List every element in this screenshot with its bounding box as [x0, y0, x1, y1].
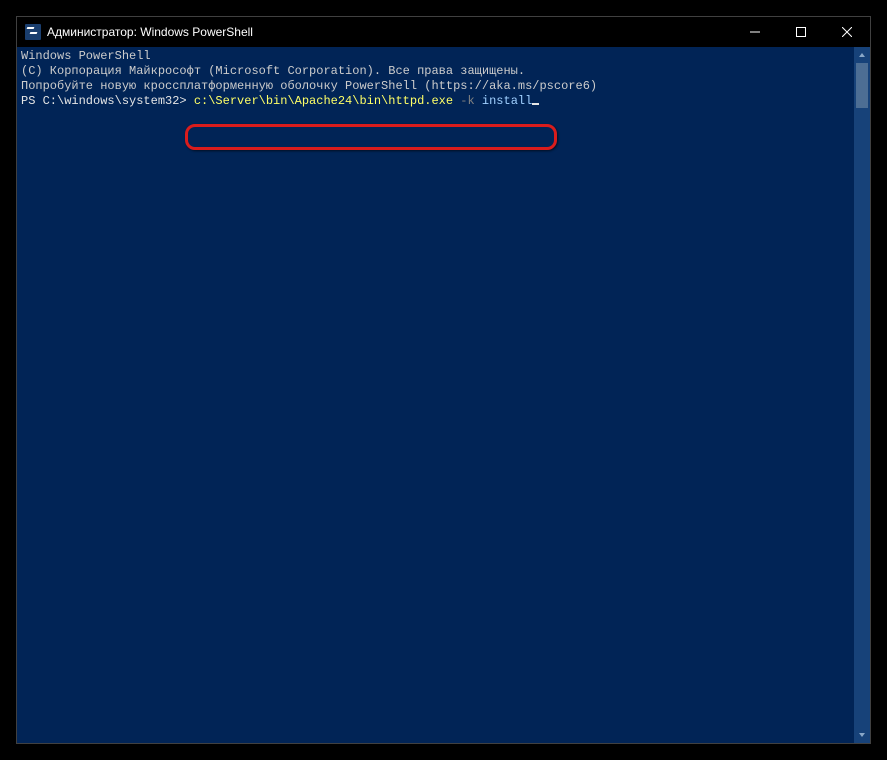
vertical-scrollbar[interactable] [854, 47, 870, 743]
maximize-icon [796, 27, 806, 37]
command-flag: -k [453, 94, 482, 108]
terminal-body: Windows PowerShell(C) Корпорация Майкрос… [17, 47, 870, 743]
prompt-line: PS C:\windows\system32> c:\Server\bin\Ap… [21, 94, 854, 109]
powershell-icon [25, 24, 41, 40]
close-button[interactable] [824, 17, 870, 47]
powershell-window: Администратор: Windows PowerShell Window… [17, 17, 870, 743]
scroll-down-button[interactable] [854, 727, 870, 743]
scroll-thumb[interactable] [856, 63, 868, 108]
maximize-button[interactable] [778, 17, 824, 47]
command-arg: install [482, 94, 532, 108]
minimize-button[interactable] [732, 17, 778, 47]
close-icon [842, 27, 852, 37]
titlebar[interactable]: Администратор: Windows PowerShell [17, 17, 870, 47]
outer-frame: Администратор: Windows PowerShell Window… [8, 8, 879, 752]
scroll-up-button[interactable] [854, 47, 870, 63]
command-path: c:\Server\bin\Apache24\bin\httpd.exe [194, 94, 453, 108]
output-line: (C) Корпорация Майкрософт (Microsoft Cor… [21, 64, 854, 79]
prompt-text: PS C:\windows\system32> [21, 94, 194, 108]
chevron-up-icon [858, 51, 866, 59]
terminal-output[interactable]: Windows PowerShell(C) Корпорация Майкрос… [17, 47, 854, 743]
chevron-down-icon [858, 731, 866, 739]
annotation-highlight [185, 124, 557, 150]
window-controls [732, 17, 870, 47]
output-line: Попробуйте новую кроссплатформенную обол… [21, 79, 854, 94]
output-line: Windows PowerShell [21, 49, 854, 64]
window-title: Администратор: Windows PowerShell [47, 25, 732, 39]
cursor [532, 103, 539, 105]
minimize-icon [750, 27, 760, 37]
